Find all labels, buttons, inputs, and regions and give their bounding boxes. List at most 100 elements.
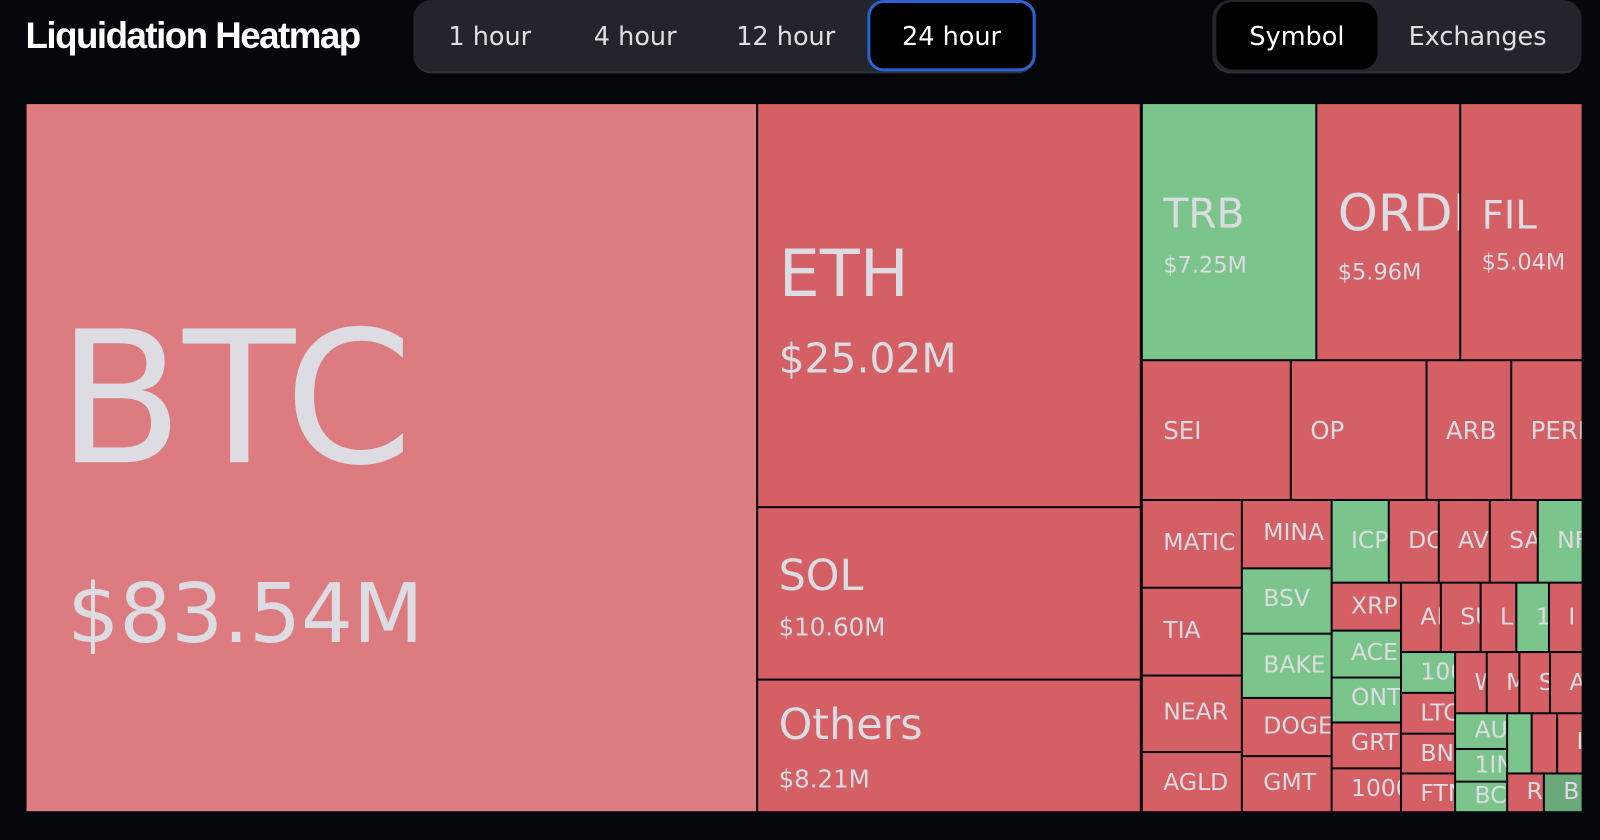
treemap-cell-ont[interactable]: ONT <box>1332 678 1400 722</box>
cell-symbol: R <box>1526 778 1543 806</box>
tab-24-hour[interactable]: 24 hour <box>867 0 1036 72</box>
treemap-cell-sa[interactable]: SA <box>1490 501 1537 582</box>
cell-symbol: M <box>1506 671 1518 694</box>
cell-symbol: NEAR <box>1163 698 1229 726</box>
treemap-cell-m[interactable]: M <box>1487 653 1519 713</box>
cell-symbol: GMT <box>1263 769 1317 796</box>
treemap-cell-sol[interactable]: SOL $10.60M <box>758 508 1140 679</box>
treemap-cell-ace[interactable]: ACE <box>1332 631 1400 677</box>
treemap-cell-perp[interactable]: PERP <box>1512 361 1582 499</box>
time-range-selector: 1 hour 4 hour 12 hour 24 hour <box>413 0 1036 74</box>
treemap-cell-i[interactable]: I <box>1558 714 1582 773</box>
cell-symbol: ONT <box>1351 684 1400 712</box>
treemap-cell-btc[interactable]: BTC $83.54M <box>26 104 757 812</box>
treemap-cell-xrp[interactable]: XRP <box>1332 583 1400 630</box>
cell-symbol: B <box>1563 778 1580 806</box>
treemap-cell-ltc[interactable]: LTC <box>1402 693 1455 733</box>
treemap-cell-ftm[interactable]: FTM <box>1402 774 1455 812</box>
treemap-cell-nf[interactable]: NF <box>1538 501 1582 582</box>
cell-symbol: MATIC <box>1163 529 1236 557</box>
cell-symbol: DC <box>1408 527 1438 555</box>
cell-symbol: ACE <box>1351 639 1398 667</box>
liquidation-heatmap-page: Liquidation Heatmap 1 hour 4 hour 12 hou… <box>0 0 1600 840</box>
cell-symbol: AU <box>1474 717 1507 744</box>
treemap-cell-agld[interactable]: AGLD <box>1142 753 1241 812</box>
cell-symbol: 100 <box>1420 659 1454 686</box>
treemap-cell-ordi[interactable]: ORDI $5.96M <box>1317 104 1460 360</box>
treemap-cell-s[interactable]: S <box>1520 653 1549 713</box>
treemap-cell-dc[interactable]: DC <box>1389 501 1438 582</box>
cell-symbol: GRT <box>1351 729 1399 757</box>
cell-symbol: 1 <box>1536 606 1548 629</box>
cell-symbol: ORDI <box>1337 183 1460 243</box>
cell-symbol: 1000 <box>1351 775 1400 803</box>
cell-symbol: FIL <box>1481 192 1537 238</box>
treemap-cell-bn[interactable]: BN <box>1402 734 1455 773</box>
treemap-cell-mina[interactable]: MINA <box>1242 501 1331 568</box>
cell-value: $10.60M <box>778 613 886 642</box>
tab-12-hour[interactable]: 12 hour <box>704 2 867 69</box>
cell-symbol: AV <box>1458 527 1489 555</box>
treemap-cell-sei[interactable]: SEI <box>1142 361 1290 499</box>
cell-symbol: I <box>1568 604 1576 631</box>
cell-symbol: BN <box>1420 740 1455 768</box>
cell-symbol: FTM <box>1420 780 1454 808</box>
cell-symbol: SOL <box>778 549 864 600</box>
cell-symbol: NF <box>1557 527 1581 555</box>
cell-value: $7.25M <box>1163 253 1247 279</box>
treemap-cell-1in[interactable]: 1IN <box>1456 749 1507 781</box>
tab-exchanges[interactable]: Exchanges <box>1378 2 1578 69</box>
treemap-cell-su[interactable]: SU <box>1441 583 1480 652</box>
treemap-cell-near[interactable]: NEAR <box>1142 676 1241 752</box>
treemap-cell-unlabeled[interactable] <box>1532 714 1557 773</box>
treemap-cell-l[interactable]: L <box>1481 583 1516 652</box>
treemap-cell-bc[interactable]: BC <box>1456 782 1507 812</box>
treemap-cell-i[interactable]: I <box>1549 583 1582 652</box>
treemap-cell-b[interactable]: B <box>1544 774 1582 812</box>
treemap-cell-trb[interactable]: TRB $7.25M <box>1142 104 1316 360</box>
treemap-cell-au[interactable]: AU <box>1456 714 1507 748</box>
cell-symbol: Others <box>778 698 923 749</box>
cell-symbol: I <box>1577 730 1582 754</box>
treemap-cell-bsv[interactable]: BSV <box>1242 569 1331 633</box>
treemap-cell-av[interactable]: AV <box>1439 501 1489 582</box>
treemap-cell-grt[interactable]: GRT <box>1332 723 1400 768</box>
cell-symbol: W <box>1474 671 1485 694</box>
cell-symbol: SU <box>1460 604 1479 631</box>
cell-symbol: AI <box>1420 604 1439 631</box>
treemap-cell-eth[interactable]: ETH $25.02M <box>758 104 1140 507</box>
cell-symbol: OP <box>1310 416 1345 445</box>
treemap-cell-w[interactable]: W <box>1456 653 1486 713</box>
cell-value: $8.21M <box>778 765 870 794</box>
cell-symbol: DOGE <box>1263 713 1331 740</box>
cell-symbol: ICP <box>1351 527 1388 555</box>
tab-1-hour[interactable]: 1 hour <box>413 2 566 69</box>
treemap-cell-others[interactable]: Others $8.21M <box>758 680 1140 812</box>
treemap-cell-fil[interactable]: FIL $5.04M <box>1461 104 1582 360</box>
treemap-cell-100[interactable]: 100 <box>1402 653 1455 692</box>
treemap-cell-gmt[interactable]: GMT <box>1242 757 1331 812</box>
treemap-cell-doge[interactable]: DOGE <box>1242 698 1331 756</box>
cell-symbol: PERP <box>1530 416 1582 445</box>
treemap-cell-icp[interactable]: ICP <box>1332 501 1388 582</box>
cell-symbol: S <box>1539 671 1549 694</box>
cell-symbol: L <box>1499 604 1514 631</box>
cell-value: $83.54M <box>67 566 424 662</box>
treemap-cell-1[interactable]: 1 <box>1517 583 1548 652</box>
treemap-cell-a[interactable]: A <box>1551 653 1582 713</box>
treemap-cell-bake[interactable]: BAKE <box>1242 634 1331 697</box>
treemap-cell-r[interactable]: R <box>1508 774 1543 812</box>
treemap-cell-op[interactable]: OP <box>1291 361 1426 499</box>
cell-symbol: SEI <box>1163 416 1202 445</box>
treemap-cell-1000[interactable]: 1000 <box>1332 769 1400 812</box>
treemap-cell-arb[interactable]: ARB <box>1427 361 1511 499</box>
cell-symbol: AGLD <box>1163 769 1229 796</box>
tab-4-hour[interactable]: 4 hour <box>566 2 704 69</box>
treemap-cell-unlabeled[interactable] <box>1508 714 1531 773</box>
tab-symbol[interactable]: Symbol <box>1216 2 1378 70</box>
treemap-cell-matic[interactable]: MATIC <box>1142 501 1241 587</box>
treemap-cell-tia[interactable]: TIA <box>1142 588 1241 675</box>
treemap-cell-ai[interactable]: AI <box>1402 583 1440 652</box>
cell-symbol: TIA <box>1163 617 1201 644</box>
cell-symbol: 1IN <box>1474 752 1506 779</box>
